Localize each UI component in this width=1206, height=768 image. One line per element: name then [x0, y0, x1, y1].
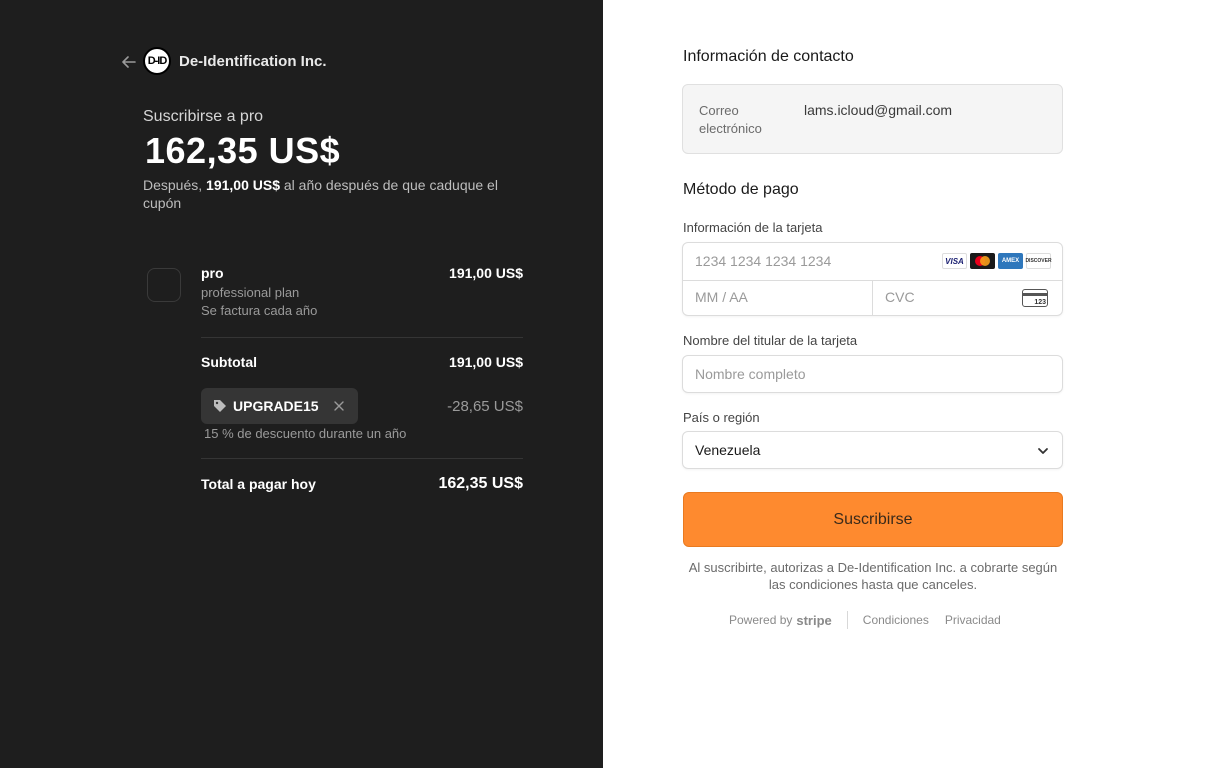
country-value: Venezuela — [695, 442, 761, 458]
cvc-input[interactable]: CVC — [885, 289, 915, 305]
cardholder-placeholder: Nombre completo — [695, 366, 806, 382]
expiry-input[interactable]: MM / AA — [695, 289, 748, 305]
mastercard-icon — [970, 253, 995, 269]
close-icon[interactable] — [333, 400, 345, 412]
subscription-title: Suscribirse a pro — [143, 108, 264, 125]
chevron-down-icon — [1038, 448, 1048, 454]
card-info-label: Información de la tarjeta — [683, 220, 823, 235]
email-value: lams.icloud@gmail.com — [804, 102, 953, 118]
cardholder-label: Nombre del titular de la tarjeta — [683, 333, 858, 348]
contact-email-box: Correo electrónico lams.icloud@gmail.com — [682, 84, 1063, 154]
cvc-card-icon: 123 — [1022, 289, 1048, 307]
footer-separator — [846, 611, 848, 629]
card-info-field: 1234 1234 1234 1234 VISA AMEX DISCOVER M… — [682, 242, 1063, 316]
coupon-chip[interactable]: UPGRADE15 — [201, 388, 358, 424]
price-headline: 162,35 US$ — [145, 130, 341, 171]
card-brands: VISA AMEX DISCOVER — [942, 253, 1052, 269]
payment-section-title: Método de pago — [683, 181, 799, 198]
footer: Powered by stripe Condiciones Privacidad — [729, 611, 1017, 629]
discover-icon: DISCOVER — [1025, 253, 1052, 269]
cvc-icon-number: 123 — [1034, 299, 1046, 306]
subtotal-value: 191,00 US$ — [449, 354, 523, 370]
product-image-placeholder — [147, 268, 181, 302]
price-after-note: Después, 191,00 US$ al año después de qu… — [143, 176, 523, 212]
product-billing-period: Se factura cada año — [201, 303, 318, 318]
amex-icon: AMEX — [998, 253, 1023, 269]
visa-icon: VISA — [942, 253, 967, 269]
divider — [201, 458, 523, 459]
subscribe-button[interactable]: Suscribirse — [683, 492, 1063, 547]
privacy-link[interactable]: Privacidad — [945, 613, 1001, 627]
discount-value: -28,65 US$ — [447, 398, 523, 415]
stripe-logo[interactable]: stripe — [796, 613, 831, 628]
cardholder-name-input[interactable]: Nombre completo — [682, 355, 1063, 393]
card-number-input[interactable]: 1234 1234 1234 1234 — [695, 253, 831, 269]
company-logo: D-ID — [143, 47, 171, 75]
country-select[interactable]: Venezuela — [682, 431, 1063, 469]
terms-link[interactable]: Condiciones — [863, 613, 929, 627]
subtotal-label: Subtotal — [201, 354, 257, 370]
product-name: pro — [201, 265, 224, 281]
country-label: País o región — [683, 410, 760, 425]
back-arrow-icon[interactable] — [120, 53, 138, 71]
legal-text: Al suscribirte, autorizas a De-Identific… — [688, 560, 1058, 592]
divider — [201, 337, 523, 338]
total-label: Total a pagar hoy — [201, 476, 316, 492]
contact-section-title: Información de contacto — [683, 48, 854, 65]
after-prefix: Después, — [143, 177, 207, 193]
product-price: 191,00 US$ — [449, 265, 523, 281]
checkout-form-panel: Información de contacto Correo electróni… — [603, 0, 1206, 768]
email-label: Correo electrónico — [699, 103, 762, 136]
total-value: 162,35 US$ — [438, 475, 523, 492]
coupon-code: UPGRADE15 — [233, 398, 319, 414]
order-summary-panel: D-ID De-Identification Inc. Suscribirse … — [0, 0, 603, 768]
after-amount: 191,00 US$ — [206, 177, 280, 193]
divider — [872, 280, 873, 316]
powered-by-text: Powered by — [729, 613, 793, 627]
company-name: De-Identification Inc. — [179, 53, 327, 70]
product-description: professional plan — [201, 285, 300, 300]
tag-icon — [214, 400, 226, 412]
discount-description: 15 % de descuento durante un año — [204, 426, 407, 441]
